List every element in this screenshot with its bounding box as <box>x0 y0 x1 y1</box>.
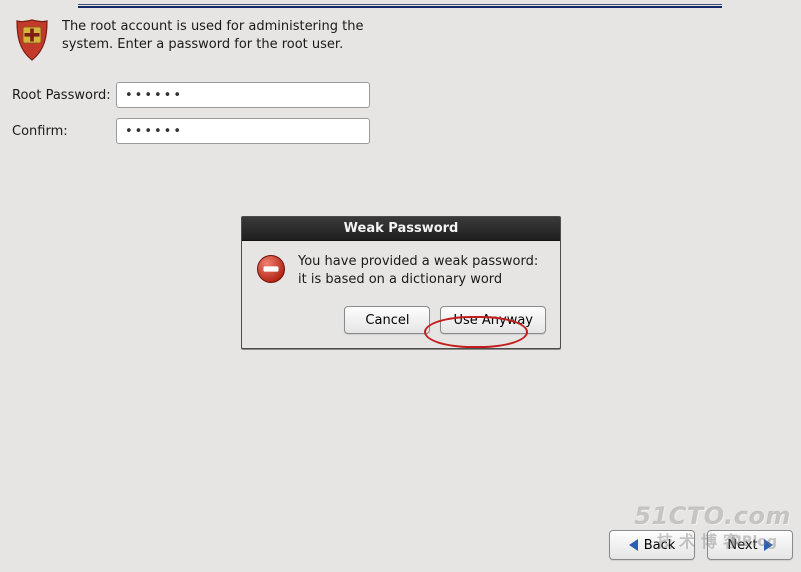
wizard-nav: Back Next <box>609 530 793 560</box>
root-password-label: Root Password: <box>12 88 116 103</box>
dialog-message: You have provided a weak password: it is… <box>298 253 546 288</box>
next-button-label: Next <box>727 538 757 553</box>
watermark-line1: 51CTO.com <box>634 502 791 530</box>
confirm-password-label: Confirm: <box>12 124 116 139</box>
back-button-label: Back <box>644 538 676 553</box>
cancel-button[interactable]: Cancel <box>344 306 430 334</box>
arrow-right-icon <box>764 539 773 551</box>
confirm-password-input[interactable] <box>116 118 370 144</box>
back-button[interactable]: Back <box>609 530 695 560</box>
intro-text: The root account is used for administeri… <box>62 18 374 53</box>
dialog-button-row: Cancel Use Anyway <box>256 306 546 334</box>
next-button[interactable]: Next <box>707 530 793 560</box>
root-password-input[interactable] <box>116 82 370 108</box>
shield-icon <box>14 18 50 62</box>
error-icon <box>256 254 286 284</box>
dialog-title: Weak Password <box>242 217 560 241</box>
arrow-left-icon <box>629 539 638 551</box>
header-divider <box>78 4 722 8</box>
weak-password-dialog: Weak Password You have provided a weak p… <box>241 216 561 349</box>
intro-row: The root account is used for administeri… <box>14 18 374 62</box>
password-form: Root Password: Confirm: <box>12 82 370 154</box>
use-anyway-button[interactable]: Use Anyway <box>440 306 546 334</box>
